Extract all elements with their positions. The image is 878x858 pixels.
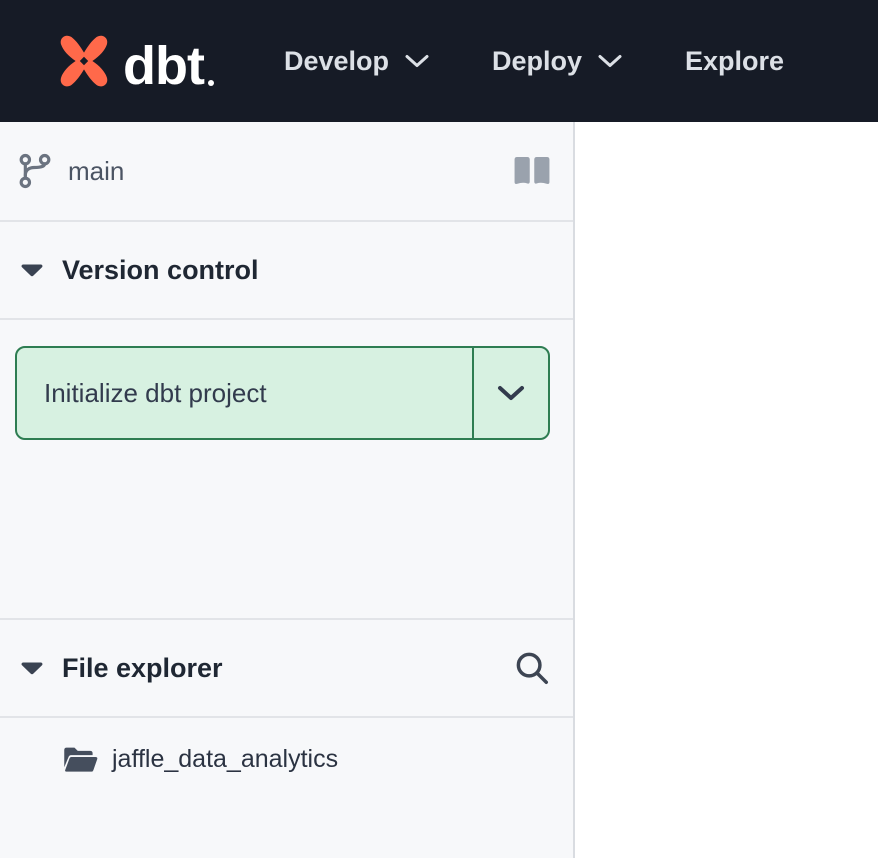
dbt-ide-app: dbt Develop Deploy Explore [0, 0, 878, 858]
version-control-header[interactable]: Version control [0, 222, 573, 320]
chevron-down-icon [404, 53, 430, 69]
chevron-down-icon [496, 384, 526, 402]
logo-trademark-dot [208, 80, 214, 86]
folder-open-icon [62, 744, 98, 774]
caret-down-icon[interactable] [20, 661, 44, 675]
top-navbar: dbt Develop Deploy Explore [0, 0, 878, 122]
main-nav: Develop Deploy Explore [284, 46, 784, 77]
file-explorer-title: File explorer [62, 653, 223, 684]
dbt-logo-text: dbt [123, 42, 204, 92]
search-icon[interactable] [513, 649, 551, 687]
editor-empty-pane [575, 122, 878, 858]
chevron-down-icon [597, 53, 623, 69]
ide-sidebar: main Version control Initialize dbt proj… [0, 122, 575, 858]
file-tree: jaffle_data_analytics [0, 718, 573, 858]
git-branch-icon [15, 151, 55, 191]
nav-item-deploy[interactable]: Deploy [492, 46, 623, 77]
nav-item-label: Develop [284, 46, 389, 77]
initialize-dbt-project-button[interactable]: Initialize dbt project [15, 346, 550, 440]
dbt-logo-icon [54, 30, 114, 92]
nav-item-label: Deploy [492, 46, 582, 77]
nav-item-develop[interactable]: Develop [284, 46, 430, 77]
file-explorer-header[interactable]: File explorer [0, 620, 573, 718]
nav-item-explore[interactable]: Explore [685, 46, 784, 77]
book-icon[interactable] [511, 155, 553, 188]
button-dropdown-toggle[interactable] [474, 348, 548, 438]
version-control-panel: Initialize dbt project [0, 320, 573, 620]
initialize-button-label[interactable]: Initialize dbt project [17, 348, 472, 438]
caret-down-icon[interactable] [20, 263, 44, 277]
content-row: main Version control Initialize dbt proj… [0, 122, 878, 858]
version-control-title: Version control [62, 255, 259, 286]
dbt-logo-link[interactable]: dbt [54, 30, 214, 92]
file-tree-item-name: jaffle_data_analytics [112, 745, 338, 774]
file-tree-item-folder[interactable]: jaffle_data_analytics [62, 744, 573, 774]
branch-bar: main [0, 122, 573, 222]
current-branch-name[interactable]: main [68, 156, 124, 187]
nav-item-label: Explore [685, 46, 784, 77]
